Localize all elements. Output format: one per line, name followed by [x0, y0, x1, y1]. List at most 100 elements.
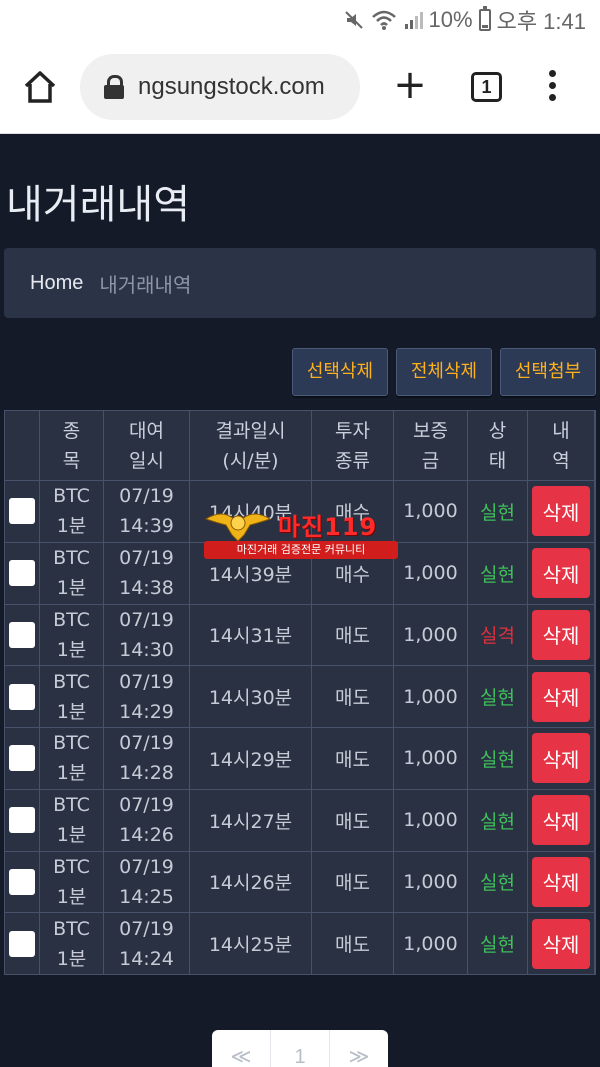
- tab-switcher-button[interactable]: 1: [471, 72, 502, 102]
- invest-type-cell: 매도: [312, 913, 394, 975]
- url-text[interactable]: ngsungstock.com: [138, 73, 325, 101]
- delete-row-button[interactable]: 삭제: [532, 609, 590, 660]
- row-checkbox[interactable]: [9, 683, 35, 710]
- pagination-page[interactable]: 1: [271, 1030, 330, 1067]
- invest-type-cell: 매도: [312, 728, 394, 790]
- result-time: 14시25분: [208, 934, 293, 957]
- invest-type: 매수: [335, 563, 370, 586]
- delete-selected-button[interactable]: 선택삭제: [292, 348, 388, 396]
- invest-type-cell: 매도: [312, 789, 394, 852]
- breadcrumb-home-link[interactable]: Home: [30, 272, 83, 295]
- row-checkbox[interactable]: [9, 807, 35, 834]
- status-cell: 실현: [468, 542, 528, 605]
- symbol-text: BTC: [53, 732, 90, 755]
- result-time: 14시30분: [208, 687, 293, 710]
- attach-selected-button[interactable]: 선택첨부: [500, 348, 596, 396]
- row-checkbox[interactable]: [9, 560, 35, 587]
- deposit-amount: 1,000: [403, 809, 458, 832]
- trade-history-table: 종 목 대여 일시 결과일시 (시/분) 투자 종류 보증 금 상 태 내 역 BTC 1분 07/19 14:3…: [4, 410, 596, 975]
- row-checkbox[interactable]: [9, 621, 35, 648]
- pagination-prev[interactable]: ≪: [212, 1030, 271, 1067]
- rental-date: 07/19: [119, 547, 174, 570]
- rental-time-cell: 07/19 14:29: [104, 666, 190, 728]
- header-line: 종: [62, 419, 81, 442]
- detail-cell: 삭제: [528, 851, 595, 914]
- deposit-amount: 1,000: [403, 623, 458, 646]
- browser-toolbar: ngsungstock.com + 1: [0, 40, 600, 134]
- deposit-amount: 1,000: [403, 685, 458, 708]
- delete-row-button[interactable]: 삭제: [532, 856, 590, 907]
- pagination-next[interactable]: ≫: [330, 1030, 388, 1067]
- watermark-name: 마진119: [278, 512, 378, 541]
- symbol-text: BTC: [53, 855, 90, 878]
- delete-row-button[interactable]: 삭제: [532, 918, 590, 969]
- new-tab-icon[interactable]: +: [392, 65, 428, 105]
- address-bar[interactable]: ngsungstock.com: [80, 54, 360, 120]
- symbol-cell: BTC 1분: [40, 666, 104, 728]
- deposit-amount: 1,000: [403, 562, 458, 585]
- delete-row-button[interactable]: 삭제: [532, 795, 590, 846]
- lock-icon: [104, 75, 124, 99]
- period-text: 1분: [56, 700, 87, 723]
- row-checkbox[interactable]: [9, 868, 35, 895]
- rental-time-cell: 07/19 14:26: [104, 789, 190, 852]
- home-icon[interactable]: [22, 70, 58, 104]
- row-checkbox[interactable]: [9, 930, 35, 957]
- status-text: 실현: [480, 872, 515, 895]
- header-line: 역: [552, 449, 570, 472]
- breadcrumb: Home 내거래내역: [4, 248, 596, 318]
- symbol-cell: BTC 1분: [40, 481, 104, 543]
- delete-all-button[interactable]: 전체삭제: [396, 348, 492, 396]
- invest-type-cell: 매도: [312, 666, 394, 728]
- invest-type: 매도: [335, 687, 370, 710]
- header-line: 태: [488, 449, 507, 472]
- invest-type-cell: 매도: [312, 604, 394, 667]
- delete-row-button[interactable]: 삭제: [532, 486, 590, 537]
- detail-cell: 삭제: [528, 913, 595, 975]
- rental-time-cell: 07/19 14:38: [104, 542, 190, 605]
- invest-type: 매도: [335, 810, 370, 833]
- invest-type: 매도: [335, 625, 370, 648]
- delete-row-button[interactable]: 삭제: [532, 671, 590, 722]
- delete-row-button[interactable]: 삭제: [532, 548, 590, 599]
- symbol-cell: BTC 1분: [40, 789, 104, 852]
- watermark-logo: 마진119 마진거래 검증전문 커뮤니티: [204, 505, 398, 559]
- breadcrumb-current: 내거래내역: [99, 272, 192, 297]
- deposit-amount: 1,000: [403, 747, 458, 770]
- rental-time: 14:39: [119, 515, 174, 538]
- delete-row-button[interactable]: 삭제: [532, 733, 590, 784]
- header-status: 상태: [468, 411, 528, 481]
- header-symbol: 종목: [40, 411, 104, 481]
- symbol-text: BTC: [53, 794, 90, 817]
- rental-date: 07/19: [119, 732, 174, 755]
- rental-time-cell: 07/19 14:25: [104, 851, 190, 914]
- row-checkbox[interactable]: [9, 745, 35, 772]
- symbol-text: BTC: [53, 608, 90, 631]
- period-text: 1분: [56, 638, 87, 661]
- status-text: 실현: [480, 687, 515, 710]
- clock: 오후 1:41: [496, 9, 586, 34]
- status-text: 실격: [480, 625, 515, 648]
- row-checkbox-cell: [5, 728, 40, 790]
- status-indicators: 10% 오후 1:41: [343, 6, 586, 34]
- detail-cell: 삭제: [528, 542, 595, 605]
- header-line: 상: [488, 419, 507, 442]
- deposit-amount: 1,000: [403, 500, 458, 523]
- header-rental-time: 대여 일시: [104, 411, 190, 481]
- symbol-text: BTC: [53, 485, 90, 508]
- header-result-time: 결과일시 (시/분): [190, 411, 312, 481]
- rental-date: 07/19: [119, 855, 174, 878]
- row-checkbox-cell: [5, 851, 40, 914]
- wifi-icon: [371, 10, 396, 30]
- row-checkbox[interactable]: [9, 498, 35, 525]
- status-cell: 실현: [468, 913, 528, 975]
- result-time-cell: 14시27분: [190, 789, 312, 852]
- eagle-emblem-icon: [204, 513, 272, 542]
- symbol-cell: BTC 1분: [40, 851, 104, 914]
- deposit-cell: 1,000: [394, 481, 468, 543]
- rental-time: 14:25: [119, 885, 174, 908]
- deposit-cell: 1,000: [394, 851, 468, 914]
- rental-time-cell: 07/19 14:24: [104, 913, 190, 975]
- rental-time: 14:29: [119, 700, 174, 723]
- more-menu-icon[interactable]: [546, 70, 558, 104]
